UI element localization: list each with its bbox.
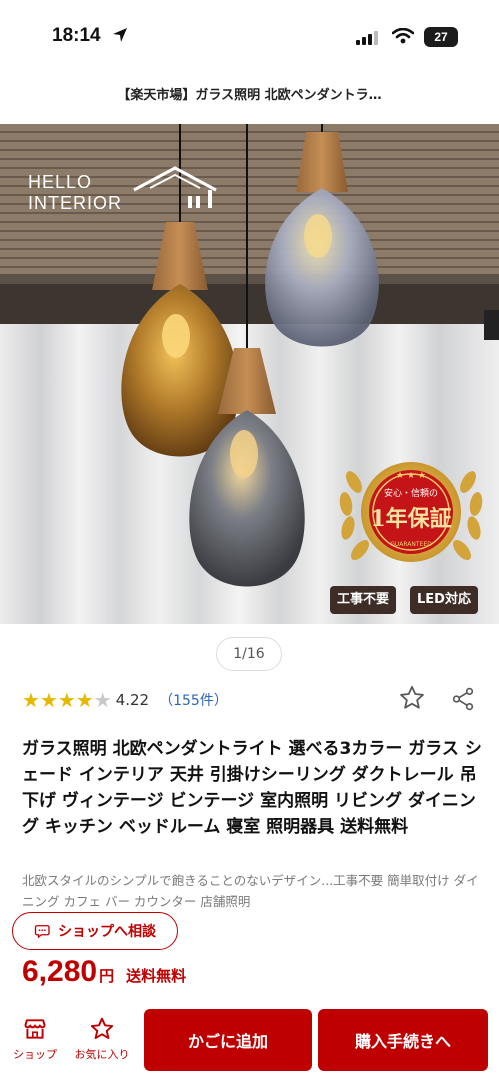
price-unit: 円 [99,967,115,985]
location-arrow-icon [112,27,128,47]
shop-icon [24,1019,46,1039]
status-bar: 18:14 27 [0,0,499,76]
svg-text:★ ★ ★: ★ ★ ★ [396,471,426,481]
star-icon: ★ [75,688,94,712]
seal-main-text: 1年保証 [370,506,451,532]
house-roof-icon [133,166,217,208]
star-icon: ★ [57,688,76,712]
warranty-seal: ★ ★ ★ 安心・信頼の 1年保証 GUARANTEED [339,462,483,562]
status-time: 18:14 [52,25,101,46]
shop-label: ショップ [13,1048,57,1061]
cellular-signal-icon [356,30,380,49]
star-icon: ★ [22,688,40,712]
star-icon: ★ [39,688,58,712]
shop-consult-label: ショップへ相談 [58,924,156,940]
favorite-label: お気に入り [74,1048,130,1061]
free-shipping-label: 送料無料 [126,967,187,985]
price-row: 6,280 円 送料無料 [22,955,186,989]
wifi-icon [391,27,415,48]
battery-indicator: 27 [424,27,458,47]
star-empty-icon: ★ [93,688,112,712]
shop-consult-button[interactable]: ショップへ相談 [12,912,178,950]
seal-top-text: 安心・信頼の [384,487,438,499]
price-amount: 6,280 [22,955,98,988]
favorite-star-icon[interactable] [398,684,426,716]
checkout-button[interactable]: 購入手続きへ [318,1009,488,1071]
product-description[interactable]: 北欧スタイルのシンプルで飽きることのないデザイン...工事不要 簡単取付け ダイ… [22,870,482,912]
logo-line1: HELLO [28,172,93,192]
rating-value: 4.22 [115,691,150,709]
page-title[interactable]: 【楽天市場】ガラス照明 北欧ペンダントラ… [0,84,499,103]
rating-row[interactable]: ★ ★ ★ ★ ★ 4.22 （155件） [22,688,228,712]
add-to-cart-button[interactable]: かごに追加 [144,1009,312,1071]
logo-line2: INTERIOR [28,193,123,213]
badge-led: LED対応 [410,586,478,614]
product-title: ガラス照明 北欧ペンダントライト 選べる3カラー ガラス シェード インテリア … [22,739,482,837]
review-count-link[interactable]: （155件） [159,690,228,710]
seal-bottom-text: GUARANTEED [390,541,432,548]
bottom-action-bar: ショップ お気に入り かごに追加 購入手続きへ [0,1004,499,1080]
favorite-star-icon [90,1017,114,1039]
share-icon[interactable] [450,686,476,716]
favorite-button[interactable]: お気に入り [72,1016,132,1062]
shop-button[interactable]: ショップ [5,1016,65,1062]
product-image-carousel[interactable]: HELLO INTERIOR ★ ★ ★ 安心・信頼の 1年保証 GUARANT… [0,124,499,624]
image-pager: 1/16 [216,637,282,671]
brand-logo: HELLO INTERIOR [28,166,217,214]
chat-icon [34,925,50,939]
badge-no-installation: 工事不要 [330,586,397,614]
